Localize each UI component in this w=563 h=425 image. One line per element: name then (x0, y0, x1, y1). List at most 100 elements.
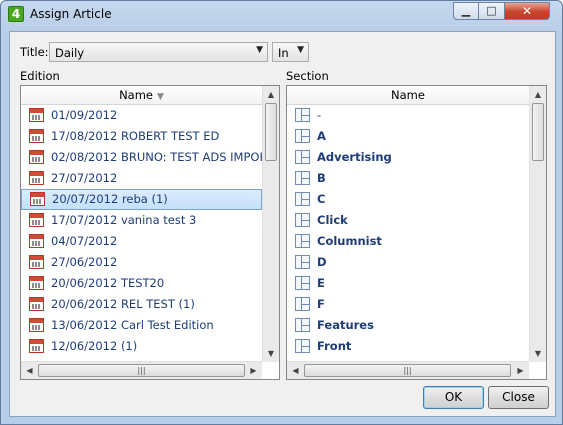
list-item[interactable]: Advertising (287, 147, 529, 168)
chevron-down-icon: ▼ (256, 45, 263, 55)
section-layout-icon (295, 171, 310, 185)
edition-vertical-scrollbar[interactable]: ▲ ▼ (262, 86, 279, 362)
column-header-label: Name (119, 88, 153, 102)
scroll-left-icon[interactable]: ◀ (287, 362, 304, 379)
column-header-label: Name (391, 88, 425, 102)
title-bar[interactable]: 4 Assign Article ▁ □ ✕ (1, 1, 562, 29)
list-item[interactable]: Columnist (287, 231, 529, 252)
list-item[interactable]: E (287, 273, 529, 294)
section-layout-icon (295, 297, 310, 311)
list-item-label: 17/08/2012 ROBERT TEST ED (51, 129, 220, 143)
list-item[interactable]: 20/07/2012 reba (1) (21, 189, 262, 210)
section-layout-icon (295, 276, 310, 290)
scroll-up-icon[interactable]: ▲ (263, 86, 279, 103)
list-item[interactable]: F (287, 294, 529, 315)
list-item[interactable]: C (287, 189, 529, 210)
calendar-icon (29, 108, 44, 122)
list-item-label: 20/06/2012 REL TEST (1) (51, 297, 195, 311)
in-dropdown[interactable]: In ▼ (272, 42, 309, 62)
list-item-label: 04/07/2012 (51, 234, 118, 248)
calendar-icon (29, 234, 44, 248)
list-item[interactable]: 27/06/2012 (21, 252, 262, 273)
section-vertical-scrollbar[interactable]: ▲ ▼ (529, 86, 546, 362)
calendar-icon (29, 171, 44, 185)
list-item[interactable]: 01/09/2012 (21, 105, 262, 126)
list-item[interactable]: 17/08/2012 ROBERT TEST ED (21, 126, 262, 147)
scroll-down-icon[interactable]: ▼ (263, 345, 279, 362)
app-logo-icon: 4 (8, 6, 24, 22)
maximize-button[interactable]: □ (479, 2, 505, 20)
list-item[interactable]: Click (287, 210, 529, 231)
section-name-column-header[interactable]: Name (287, 86, 529, 105)
list-item-label: D (317, 255, 327, 269)
list-item-label: F (317, 297, 325, 311)
list-item-label: A (317, 129, 326, 143)
list-item[interactable]: 12/06/2012 (1) (21, 336, 262, 357)
list-item[interactable]: 04/07/2012 (21, 231, 262, 252)
section-layout-icon (295, 318, 310, 332)
title-dropdown[interactable]: Daily ▼ (49, 42, 268, 62)
list-item[interactable]: 02/08/2012 BRUNO: TEST ADS IMPORT (21, 147, 262, 168)
ok-button[interactable]: OK (423, 386, 484, 409)
title-dropdown-value: Daily (55, 46, 85, 60)
list-item-label: 17/07/2012 vanina test 3 (51, 213, 197, 227)
section-layout-icon (295, 129, 310, 143)
list-item-label: 12/06/2012 (1) (51, 339, 138, 353)
list-item[interactable]: 20/06/2012 TEST20 (21, 273, 262, 294)
list-item[interactable]: A (287, 126, 529, 147)
list-item-label: Columnist (317, 234, 382, 248)
section-layout-icon (295, 255, 310, 269)
chevron-down-icon: ▼ (297, 45, 304, 55)
edition-list[interactable]: Name ▼ 01/09/2012 17/08/2012 ROBERT TEST E… (20, 85, 280, 380)
list-item-label: 01/09/2012 (51, 108, 118, 122)
minimize-button[interactable]: ▁ (453, 2, 479, 20)
section-horizontal-scrollbar[interactable]: ◀ ||| ▶ (287, 361, 529, 379)
list-item[interactable]: Front (287, 336, 529, 357)
scroll-up-icon[interactable]: ▲ (530, 86, 546, 103)
list-item-label: C (317, 192, 326, 206)
list-item[interactable]: D (287, 252, 529, 273)
list-item[interactable]: - (287, 105, 529, 126)
close-window-button[interactable]: ✕ (505, 2, 550, 20)
calendar-icon (29, 213, 44, 227)
list-item-label: 20/06/2012 TEST20 (51, 276, 165, 290)
list-item-label: B (317, 171, 326, 185)
list-item-label: Features (317, 318, 374, 332)
scroll-right-icon[interactable]: ▶ (512, 362, 529, 379)
section-label: Section (286, 69, 329, 83)
list-item[interactable]: B (287, 168, 529, 189)
in-dropdown-value: In (278, 46, 289, 60)
window-title: Assign Article (30, 7, 112, 21)
edition-label: Edition (20, 69, 60, 83)
list-item[interactable]: 17/07/2012 vanina test 3 (21, 210, 262, 231)
title-label: Title: (20, 45, 49, 59)
calendar-icon (29, 150, 44, 164)
calendar-icon (29, 129, 44, 143)
scrollbar-thumb[interactable]: ||| (38, 364, 245, 377)
list-item[interactable]: Features (287, 315, 529, 336)
dialog-body: Title: Daily ▼ In ▼ Edition Section Name… (9, 31, 556, 417)
section-list[interactable]: Name - A Advertising B C Click Columnist D E F Fea… (286, 85, 547, 380)
section-layout-icon (295, 150, 310, 164)
list-item-label: 13/06/2012 Carl Test Edition (51, 318, 214, 332)
edition-name-column-header[interactable]: Name ▼ (21, 86, 262, 105)
list-item-label: E (317, 276, 325, 290)
section-layout-icon (295, 339, 310, 353)
edition-rows: 01/09/2012 17/08/2012 ROBERT TEST ED 02/08… (21, 105, 262, 360)
scrollbar-thumb[interactable] (532, 103, 544, 161)
scrollbar-thumb[interactable] (265, 103, 277, 161)
list-item[interactable]: 13/06/2012 Carl Test Edition (21, 315, 262, 336)
scroll-right-icon[interactable]: ▶ (245, 362, 262, 379)
assign-article-dialog: 4 Assign Article ▁ □ ✕ Title: Daily ▼ In… (0, 0, 563, 425)
scroll-down-icon[interactable]: ▼ (530, 345, 546, 362)
scrollbar-thumb[interactable]: ||| (304, 364, 511, 377)
section-layout-icon (295, 192, 310, 206)
list-item-label: Front (317, 339, 352, 353)
list-item[interactable]: 20/06/2012 REL TEST (1) (21, 294, 262, 315)
scroll-left-icon[interactable]: ◀ (21, 362, 38, 379)
list-item-label: 02/08/2012 BRUNO: TEST ADS IMPORT (51, 150, 262, 164)
list-item-label: 27/06/2012 (51, 255, 118, 269)
close-button[interactable]: Close (488, 386, 549, 409)
edition-horizontal-scrollbar[interactable]: ◀ ||| ▶ (21, 361, 262, 379)
list-item[interactable]: 27/07/2012 (21, 168, 262, 189)
